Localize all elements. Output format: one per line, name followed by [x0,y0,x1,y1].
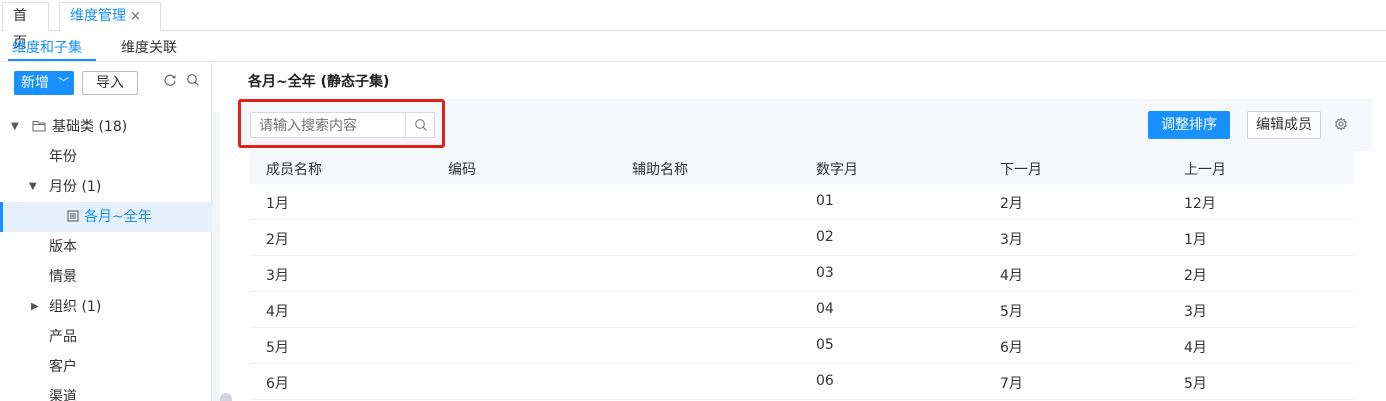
column-header-code[interactable]: 编码 [448,159,476,179]
page-tab-bar: 首页 维度管理 × [0,0,1386,51]
tree-item-label: 情景 [49,269,77,285]
new-button[interactable]: 新增 ﹀ [14,71,74,95]
tree-item-basic[interactable]: ▼ 基础类 (18) [0,112,212,142]
tree-item-label: 各月~全年 [84,209,152,225]
tab-home[interactable]: 首页 [2,2,49,51]
table-row[interactable]: 2月 02 3月 1月 [250,220,1354,256]
cell-next-month: 5月 [1000,304,1023,320]
close-icon[interactable]: × [130,9,141,24]
cell-member-name: 2月 [266,232,289,248]
static-subset-icon [67,202,79,232]
search-icon[interactable] [186,73,202,89]
tree-item-month[interactable]: ▼ 月份 (1) [0,172,212,202]
tree-item-year[interactable]: 年份 [0,142,212,172]
edit-members-button[interactable]: 编辑成员 [1247,111,1321,139]
tree-item-customer[interactable]: 客户 [0,352,212,382]
import-button[interactable]: 导入 [82,71,138,95]
caret-down-icon[interactable]: ▼ [11,112,19,142]
table-row[interactable]: 5月 05 6月 4月 [250,328,1354,364]
cell-month-number: 03 [816,265,834,281]
scroll-handle[interactable] [220,393,232,401]
cell-member-name: 1月 [266,196,289,212]
cell-previous-month: 3月 [1184,304,1207,320]
page-title: 各月~全年 (静态子集) [248,74,390,90]
tree-item-product[interactable]: 产品 [0,322,212,352]
sub-tab-bar: 维度和子集 维度关联 [0,32,1386,62]
cell-previous-month: 1月 [1184,232,1207,248]
tab-dimension-management[interactable]: 维度管理 × [59,2,161,31]
tree-item-label: 版本 [49,239,77,255]
column-header-month-number[interactable]: 数字月 [816,159,858,179]
tree-item-label: 组织 (1) [49,299,102,315]
highlight-box [238,99,445,148]
tab-dimension-links[interactable]: 维度关联 [121,37,177,57]
adjust-sort-button[interactable]: 调整排序 [1148,111,1230,139]
tree-item-label: 客户 [49,359,77,375]
tree-item-label: 年份 [49,149,77,165]
column-header-next-month[interactable]: 下一月 [1000,159,1042,179]
cell-month-number: 01 [816,193,834,209]
cell-previous-month: 12月 [1184,196,1216,212]
cell-previous-month: 4月 [1184,340,1207,356]
tree-item-all-months-subset[interactable]: 各月~全年 [0,202,212,232]
table-row[interactable]: 6月 06 7月 5月 [250,364,1354,400]
cell-next-month: 3月 [1000,232,1023,248]
cell-member-name: 3月 [266,268,289,284]
column-header-member-name[interactable]: 成员名称 [266,159,322,179]
tree-item-organization[interactable]: ▶ 组织 (1) [0,292,212,322]
cell-previous-month: 2月 [1184,268,1207,284]
tree-item-version[interactable]: 版本 [0,232,212,262]
table-row[interactable]: 3月 03 4月 2月 [250,256,1354,292]
cell-month-number: 06 [816,373,834,389]
dimension-sidebar: 新增 ﹀ 导入 ▼ 基础类 (18) 年份 ▼ 月份 (1) 各月~全年 版本 … [0,63,212,401]
tree-item-channel[interactable]: 渠道 [0,382,212,401]
column-header-alias[interactable]: 辅助名称 [632,159,688,179]
cell-next-month: 7月 [1000,376,1023,392]
active-tab-indicator [8,59,96,61]
cell-next-month: 2月 [1000,196,1023,212]
table-row[interactable]: 1月 01 2月 12月 [250,184,1354,220]
column-header-previous-month[interactable]: 上一月 [1184,159,1226,179]
cell-next-month: 6月 [1000,340,1023,356]
cell-next-month: 4月 [1000,268,1023,284]
cell-month-number: 05 [816,337,834,353]
cell-month-number: 04 [816,301,834,317]
tree-item-label: 月份 (1) [49,179,102,195]
chevron-down-icon: ﹀ [58,76,69,89]
gear-icon[interactable] [1334,117,1350,133]
tree-item-scenario[interactable]: 情景 [0,262,212,292]
caret-right-icon[interactable]: ▶ [31,292,39,322]
caret-down-icon[interactable]: ▼ [29,172,37,202]
tab-dimensions-and-subsets[interactable]: 维度和子集 [12,37,82,57]
cell-month-number: 02 [816,229,834,245]
tree-item-label: 产品 [49,329,77,345]
new-button-label: 新增 [21,75,49,91]
tree-item-label: 渠道 [49,389,77,401]
cell-previous-month: 5月 [1184,376,1207,392]
cell-member-name: 6月 [266,376,289,392]
cell-member-name: 5月 [266,340,289,356]
table-row[interactable]: 4月 04 5月 3月 [250,292,1354,328]
refresh-icon[interactable] [163,73,179,89]
folder-icon [32,112,46,142]
tree-item-label: 基础类 (18) [52,119,128,135]
sidebar-scrollbar[interactable] [212,112,220,401]
tab-dimension-management-label: 维度管理 [70,8,126,24]
cell-member-name: 4月 [266,304,289,320]
table-header: 成员名称 编码 辅助名称 数字月 下一月 上一月 [250,151,1354,184]
